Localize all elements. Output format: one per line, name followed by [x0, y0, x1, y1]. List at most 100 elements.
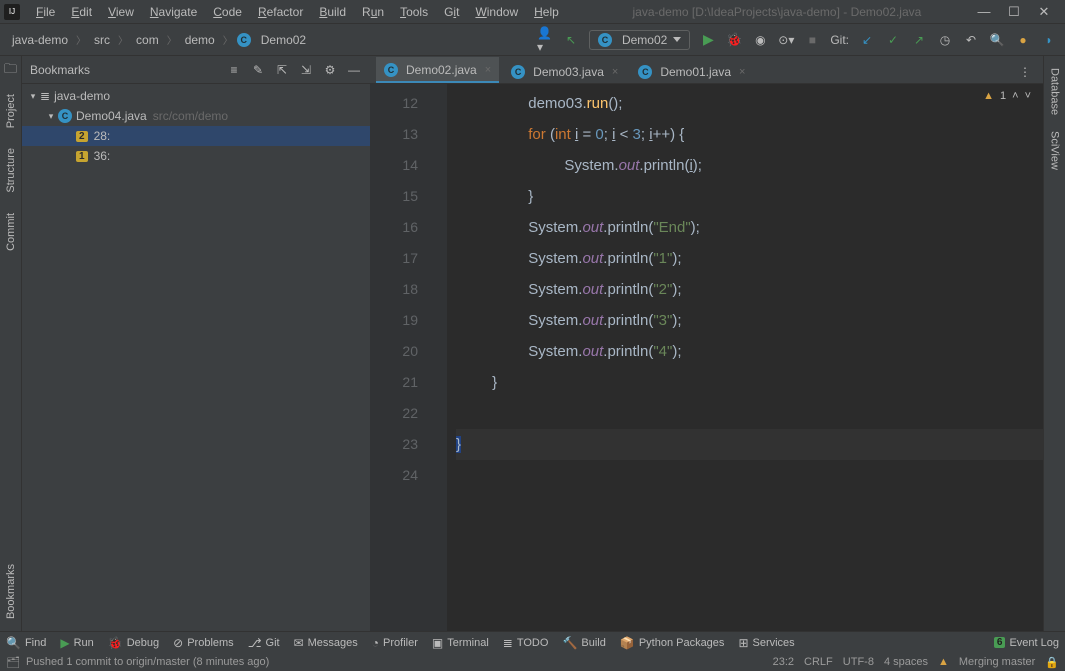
folder-icon[interactable]: 🗀 — [4, 60, 17, 82]
tool-project[interactable]: Project — [3, 86, 19, 136]
menu-view[interactable]: View — [100, 2, 142, 22]
profile-button[interactable]: ⊙▾ — [778, 32, 794, 48]
line-separator[interactable]: CRLF — [804, 656, 833, 668]
menu-edit[interactable]: Edit — [63, 2, 100, 22]
ide-updates-icon[interactable]: ◗ — [1041, 32, 1057, 48]
chevron-up-icon[interactable]: ˄ — [1012, 90, 1018, 102]
line-number[interactable]: 22 — [370, 398, 418, 429]
window-close-icon[interactable]: ✕ — [1035, 4, 1053, 20]
git-branch[interactable]: Merging master — [959, 656, 1035, 668]
vcs-status-icon[interactable]: 🗂 — [6, 656, 20, 669]
line-number[interactable]: 12 — [370, 88, 418, 119]
crumb-src[interactable]: src — [90, 31, 114, 49]
tb-build[interactable]: 🔨Build — [562, 636, 605, 650]
tb-problems[interactable]: ⊘Problems — [173, 636, 234, 650]
crumb-com[interactable]: com — [132, 31, 163, 49]
tb-run[interactable]: ▶Run — [60, 636, 93, 650]
line-number[interactable]: 17 — [370, 243, 418, 274]
close-tab-icon[interactable]: × — [485, 64, 491, 76]
git-commit-icon[interactable]: ✓ — [885, 32, 901, 48]
tool-bookmarks[interactable]: Bookmarks — [3, 556, 19, 627]
tb-eventlog[interactable]: 6Event Log — [994, 637, 1059, 649]
editor-tab[interactable]: C Demo02.java × — [376, 57, 499, 83]
coverage-button[interactable]: ◉ — [752, 32, 768, 48]
window-minimize-icon[interactable]: — — [975, 4, 993, 20]
gear-icon[interactable]: ⚙ — [322, 62, 338, 78]
line-number-gutter[interactable]: 12 13 14 15 16 17 18 19 20 21 22 23 24 — [370, 84, 428, 631]
tree-file[interactable]: ▾ C Demo04.java src/com/demo — [22, 106, 370, 126]
menu-git[interactable]: Git — [436, 2, 467, 22]
menu-run[interactable]: Run — [354, 2, 392, 22]
bookmark-item[interactable]: 1 36: — [22, 146, 370, 166]
line-number[interactable]: 23 — [370, 429, 418, 460]
tb-terminal[interactable]: ▣Terminal — [432, 636, 489, 650]
search-everywhere-icon[interactable]: 🔍 — [989, 32, 1005, 48]
editor-body[interactable]: 12 13 14 15 16 17 18 19 20 21 22 23 24 d… — [370, 84, 1043, 631]
expander-icon[interactable]: ▾ — [46, 111, 56, 122]
close-tab-icon[interactable]: × — [739, 66, 745, 78]
tb-services[interactable]: ⊞Services — [738, 636, 794, 650]
line-number[interactable]: 16 — [370, 212, 418, 243]
bookmark-item[interactable]: 2 28: — [22, 126, 370, 146]
editor-tab[interactable]: C Demo03.java × — [503, 59, 626, 83]
line-number[interactable]: 19 — [370, 305, 418, 336]
tab-more-icon[interactable]: ⋮ — [1011, 61, 1039, 83]
menu-code[interactable]: Code — [205, 2, 250, 22]
close-tab-icon[interactable]: × — [612, 66, 618, 78]
stop-button[interactable]: ■ — [804, 32, 820, 48]
collapse-all-icon[interactable]: ⇲ — [298, 62, 314, 78]
tree-root[interactable]: ▾ ≣ java-demo — [22, 86, 370, 106]
inspection-widget[interactable]: ▲ 1 ˄ ˅ — [983, 90, 1031, 102]
tool-sciview[interactable]: SciView — [1047, 123, 1063, 178]
lock-icon[interactable]: 🔒 — [1045, 656, 1059, 669]
chevron-down-icon[interactable]: ˅ — [1025, 90, 1031, 102]
tool-database[interactable]: Database — [1047, 60, 1063, 123]
git-history-icon[interactable]: ◷ — [937, 32, 953, 48]
tb-git[interactable]: ⎇Git — [248, 636, 280, 650]
crumb-project[interactable]: java-demo — [8, 31, 72, 49]
menu-window[interactable]: Window — [467, 2, 526, 22]
code-content[interactable]: demo03.run(); for (int i = 0; i < 3; i++… — [448, 84, 1043, 631]
run-config-select[interactable]: C Demo02 — [589, 30, 690, 50]
debug-button[interactable]: 🐞 — [726, 32, 742, 48]
menu-navigate[interactable]: Navigate — [142, 2, 205, 22]
crumb-class[interactable]: Demo02 — [257, 31, 310, 49]
user-icon[interactable]: 👤▾ — [537, 32, 553, 48]
tb-messages[interactable]: ✉Messages — [294, 636, 358, 650]
crumb-demo[interactable]: demo — [181, 31, 219, 49]
git-rollback-icon[interactable]: ↶ — [963, 32, 979, 48]
editor-tab[interactable]: C Demo01.java × — [630, 59, 753, 83]
run-button[interactable]: ▶ — [700, 32, 716, 48]
edit-icon[interactable]: ✎ — [250, 62, 266, 78]
tb-python[interactable]: 📦Python Packages — [620, 636, 725, 650]
menu-tools[interactable]: Tools — [392, 2, 436, 22]
line-number[interactable]: 13 — [370, 119, 418, 150]
git-push-icon[interactable]: ↗ — [911, 32, 927, 48]
line-number[interactable]: 21 — [370, 367, 418, 398]
tool-commit[interactable]: Commit — [3, 205, 19, 259]
file-encoding[interactable]: UTF-8 — [843, 656, 874, 668]
back-icon[interactable]: ↖ — [563, 32, 579, 48]
line-number[interactable]: 24 — [370, 460, 418, 491]
gutter-icons[interactable] — [428, 84, 448, 631]
tool-structure[interactable]: Structure — [3, 140, 19, 201]
tb-profiler[interactable]: ◔Profiler — [372, 636, 418, 650]
indent-info[interactable]: 4 spaces — [884, 656, 928, 668]
tb-debug[interactable]: 🐞Debug — [108, 636, 159, 650]
menu-file[interactable]: File — [28, 2, 63, 22]
caret-position[interactable]: 23:2 — [773, 656, 794, 668]
line-number[interactable]: 18 — [370, 274, 418, 305]
ide-notifications-icon[interactable]: ● — [1015, 32, 1031, 48]
menu-help[interactable]: Help — [526, 2, 567, 22]
line-number[interactable]: 15 — [370, 181, 418, 212]
vcs-status-text[interactable]: Pushed 1 commit to origin/master (8 minu… — [26, 656, 269, 668]
menu-build[interactable]: Build — [311, 2, 354, 22]
line-number[interactable]: 20 — [370, 336, 418, 367]
tb-todo[interactable]: ≣TODO — [503, 636, 549, 650]
tb-find[interactable]: 🔍Find — [6, 636, 46, 650]
filter-icon[interactable]: ≡ — [226, 62, 242, 78]
expand-all-icon[interactable]: ⇱ — [274, 62, 290, 78]
line-number[interactable]: 14 — [370, 150, 418, 181]
window-maximize-icon[interactable]: ☐ — [1005, 4, 1023, 20]
expander-icon[interactable]: ▾ — [28, 91, 38, 102]
